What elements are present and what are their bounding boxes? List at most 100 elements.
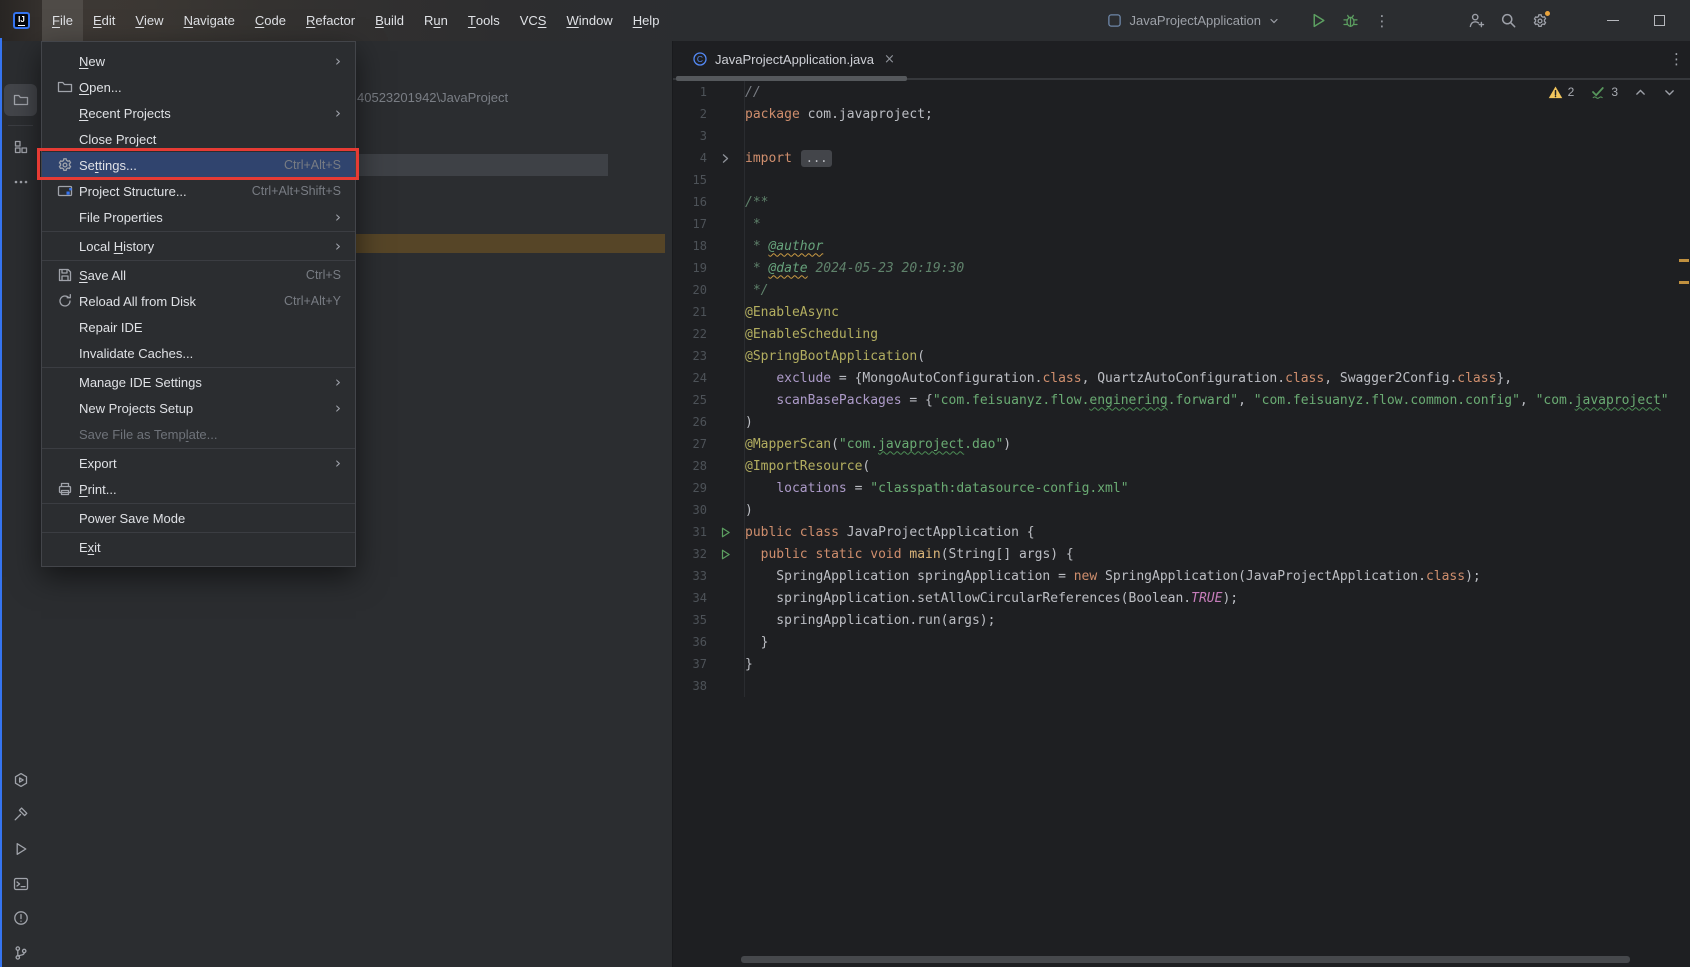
menu-item-save-all[interactable]: Save All Ctrl+S: [42, 262, 355, 288]
structure-tool-icon[interactable]: [4, 131, 37, 163]
menubar-item-refactor[interactable]: Refactor: [296, 0, 365, 41]
settings-gear-button[interactable]: [1528, 9, 1552, 33]
services-tool-icon[interactable]: [4, 764, 37, 796]
debug-button[interactable]: [1338, 9, 1362, 33]
menu-item-label: Open...: [79, 79, 122, 95]
error-stripe-mark[interactable]: [1679, 259, 1689, 262]
project-tool-icon[interactable]: [4, 84, 37, 116]
menubar-item-tools[interactable]: Tools: [458, 0, 510, 41]
menu-separator: [42, 367, 355, 368]
file-menu-popup: New › Open... Recent Projects › Close Project…: [41, 41, 356, 567]
code-line: 4 import ...: [673, 147, 1690, 169]
menu-item-local-history[interactable]: Local History ›: [42, 233, 355, 259]
inspection-widget[interactable]: 2 3: [1548, 84, 1676, 100]
problems-tool-icon[interactable]: [4, 902, 37, 934]
menu-item-label: Invalidate Caches...: [79, 345, 194, 361]
menubar-item-vcs[interactable]: VC S: [510, 0, 557, 41]
menu-item-exit[interactable]: Exit: [42, 534, 355, 560]
menubar-item-help[interactable]: Help: [623, 0, 670, 41]
menu-item-file-properties[interactable]: File Properties ›: [42, 204, 355, 230]
line-number: 27: [692, 437, 707, 451]
code-line: 37}: [673, 653, 1690, 675]
fold-chevron-icon[interactable]: [707, 147, 745, 169]
project-path-label: 40523201942\JavaProject: [357, 90, 509, 105]
menubar-item-file[interactable]: File: [42, 0, 83, 41]
line-number: 38: [692, 679, 707, 693]
menubar-item-window[interactable]: Window: [556, 0, 622, 41]
line-number: 3: [699, 129, 707, 143]
error-stripe-mark[interactable]: [1679, 281, 1689, 284]
code-line: 25 scanBasePackages = {"com.feisuanyz.fl…: [673, 389, 1690, 411]
code-line: 33 SpringApplication springApplication =…: [673, 565, 1690, 587]
menu-item-new[interactable]: New ›: [42, 48, 355, 74]
submenu-arrow-icon: ›: [335, 52, 341, 70]
editor-horizontal-scrollbar[interactable]: [741, 956, 1630, 963]
code-line: 29 locations = "classpath:datasource-con…: [673, 477, 1690, 499]
menu-item-repair-ide[interactable]: Repair IDE: [42, 314, 355, 340]
add-user-icon[interactable]: [1464, 9, 1488, 33]
run-gutter-icon[interactable]: [707, 521, 745, 543]
menubar-item-build[interactable]: Build: [365, 0, 414, 41]
menu-item-new-projects-setup[interactable]: New Projects Setup ›: [42, 395, 355, 421]
more-tool-windows-icon[interactable]: [4, 166, 37, 198]
menubar-item-code[interactable]: Code: [245, 0, 296, 41]
menu-item-label: Save All: [79, 267, 126, 283]
line-number: 20: [692, 283, 707, 297]
menubar-item-navigate[interactable]: Navigate: [174, 0, 245, 41]
editor-tab[interactable]: C JavaProjectApplication.java ×: [673, 41, 905, 77]
menu-item-power-save-mode[interactable]: Power Save Mode: [42, 505, 355, 531]
close-icon[interactable]: ×: [884, 52, 895, 67]
menu-item-print[interactable]: Print...: [42, 476, 355, 502]
line-number: 35: [692, 613, 707, 627]
menu-item-reload-all-from-disk[interactable]: Reload All from Disk Ctrl+Alt+Y: [42, 288, 355, 314]
previous-issue-icon[interactable]: [1634, 86, 1647, 99]
tool-window-stripe: [0, 41, 41, 967]
menu-item-label: Local History: [79, 238, 155, 254]
code-line: 3: [673, 125, 1690, 147]
run-tool-icon[interactable]: [4, 833, 37, 865]
menubar-item-edit[interactable]: Edit: [83, 0, 125, 41]
search-icon[interactable]: [1496, 9, 1520, 33]
menu-item-recent-projects[interactable]: Recent Projects ›: [42, 100, 355, 126]
svg-text:C: C: [697, 54, 703, 64]
maximize-button[interactable]: [1644, 6, 1674, 36]
version-control-tool-icon[interactable]: [4, 937, 37, 967]
code-line: 23 @SpringBootApplication(: [673, 345, 1690, 367]
java-class-icon: C: [692, 51, 708, 67]
menu-item-label: Manage IDE Settings: [79, 374, 202, 390]
line-number: 18: [692, 239, 707, 253]
menu-item-open[interactable]: Open...: [42, 74, 355, 100]
terminal-tool-icon[interactable]: [4, 868, 37, 900]
line-number: 17: [692, 217, 707, 231]
editor-area[interactable]: C JavaProjectApplication.java × ⋮ 1//2 pa…: [673, 41, 1690, 967]
menubar-item-run[interactable]: Run: [414, 0, 458, 41]
menu-item-manage-ide-settings[interactable]: Manage IDE Settings ›: [42, 369, 355, 395]
menubar-item-view[interactable]: View: [125, 0, 173, 41]
more-actions-button[interactable]: ⋮: [1370, 9, 1394, 33]
intellij-logo-icon: IJ: [13, 12, 30, 29]
run-config-icon: [1107, 13, 1122, 28]
editor-tab-label: JavaProjectApplication.java: [715, 51, 874, 67]
line-number: 30: [692, 503, 707, 517]
next-issue-icon[interactable]: [1663, 86, 1676, 99]
minimize-button[interactable]: [1598, 6, 1628, 36]
run-configuration-selector[interactable]: JavaProjectApplication: [1107, 13, 1280, 28]
line-number: 29: [692, 481, 707, 495]
menu-item-invalidate-caches[interactable]: Invalidate Caches...: [42, 340, 355, 366]
menu-item-label: Print...: [79, 481, 117, 497]
run-gutter-icon[interactable]: [707, 543, 745, 565]
menu-item-export[interactable]: Export ›: [42, 450, 355, 476]
run-button[interactable]: [1306, 9, 1330, 33]
line-number: 23: [692, 349, 707, 363]
code-line: 38: [673, 675, 1690, 697]
menu-separator: [42, 231, 355, 232]
code-line: 27 @MapperScan("com. javaproject .dao"): [673, 433, 1690, 455]
line-number: 36: [692, 635, 707, 649]
code-line: 26): [673, 411, 1690, 433]
build-tool-icon[interactable]: [4, 798, 37, 830]
folded-region[interactable]: ...: [800, 149, 833, 167]
code-line: 20 */: [673, 279, 1690, 301]
menu-item-label: Reload All from Disk: [79, 293, 197, 309]
menu-item-project-structure[interactable]: Project Structure... Ctrl+Alt+Shift+S: [42, 178, 355, 204]
editor-options-kebab-icon[interactable]: ⋮: [1669, 50, 1684, 68]
